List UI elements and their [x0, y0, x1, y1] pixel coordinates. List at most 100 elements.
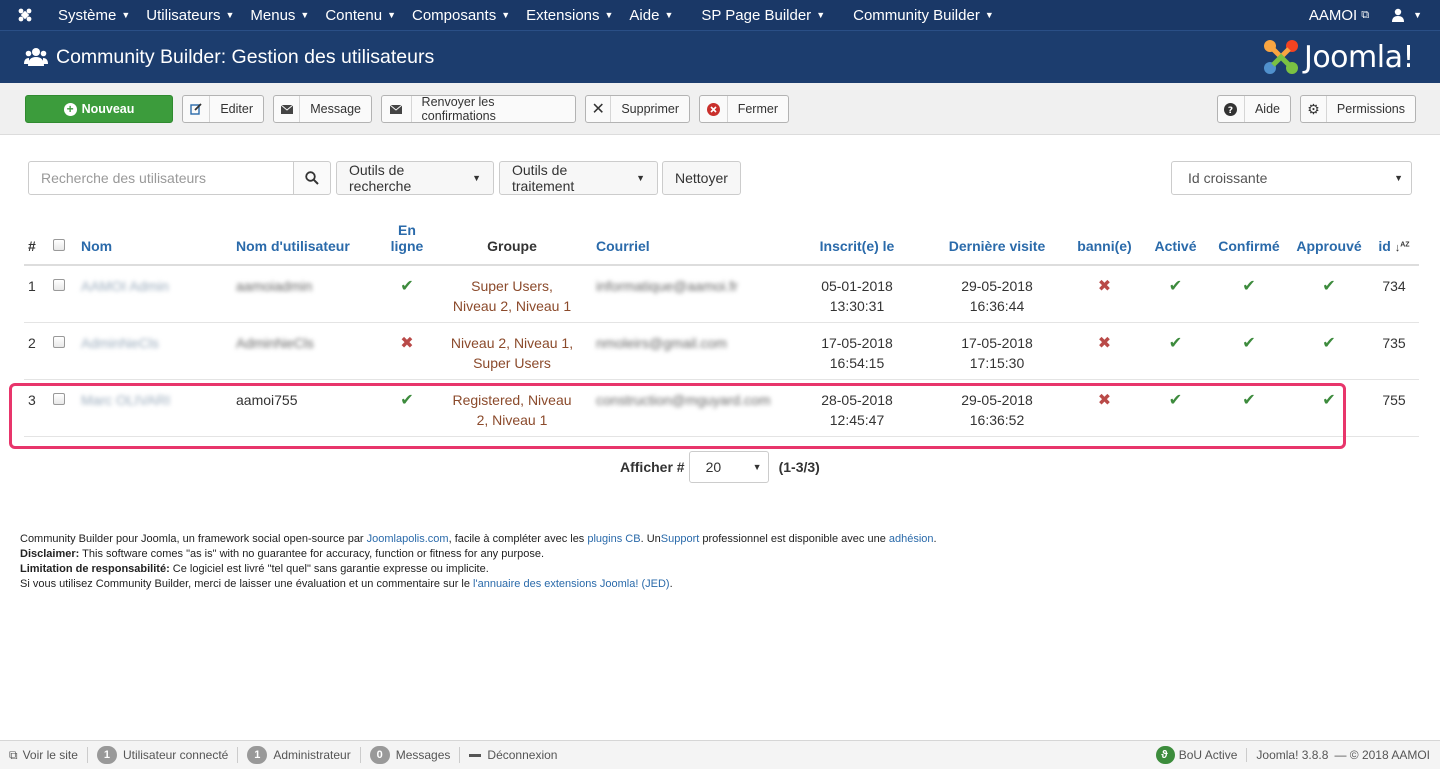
- row-registered: 28-05-2018 12:45:47: [787, 379, 927, 437]
- clear-button[interactable]: Nettoyer: [662, 161, 741, 195]
- row-id: 755: [1369, 379, 1419, 437]
- text: Si vous utilisez Community Builder, merc…: [20, 578, 474, 590]
- notes-line-3: Limitation de responsabilité: Ce logicie…: [20, 562, 937, 577]
- row-banned[interactable]: ✖: [1067, 379, 1142, 437]
- menu-sp-page-builder[interactable]: SP Page Builder ▼: [693, 0, 833, 30]
- membership-link[interactable]: adhésion: [889, 533, 934, 545]
- col-email[interactable]: Courriel: [592, 222, 787, 266]
- messages-link[interactable]: 0 Messages: [361, 746, 461, 764]
- logged-users-link[interactable]: 1 Utilisateur connecté: [88, 746, 239, 764]
- notes-line-1: Community Builder pour Joomla, un framew…: [20, 532, 937, 547]
- search-input[interactable]: Recherche des utilisateurs: [28, 161, 294, 195]
- search-button[interactable]: [293, 161, 331, 195]
- bou-label: BoU Active: [1179, 748, 1248, 762]
- row-name[interactable]: Marc OLIVARI: [77, 379, 232, 437]
- count-badge: 1: [247, 746, 268, 764]
- envelope-icon: [382, 96, 412, 122]
- plus-circle-icon: +: [63, 102, 77, 116]
- administrators-link[interactable]: 1 Administrateur: [238, 746, 361, 764]
- user-name-link[interactable]: AdminNeCls: [81, 335, 159, 351]
- row-name[interactable]: AAMOI Admin: [77, 265, 232, 323]
- delete-button[interactable]: ✕ Supprimer: [585, 95, 690, 123]
- joomla-menu-icon[interactable]: [0, 0, 50, 30]
- menu-composants[interactable]: Composants ▼: [404, 0, 518, 30]
- row-name[interactable]: AdminNeCls: [77, 322, 232, 380]
- col-last-visit[interactable]: Dernière visite: [927, 222, 1067, 266]
- col-confirmed[interactable]: Confirmé: [1209, 222, 1289, 266]
- caret-down-icon: ▼: [121, 10, 131, 20]
- col-username[interactable]: Nom d'utilisateur: [232, 222, 382, 266]
- row-active[interactable]: ✔: [1142, 322, 1209, 380]
- user-menu[interactable]: ▼: [1391, 8, 1422, 22]
- row-approved[interactable]: ✔: [1289, 379, 1369, 437]
- row-banned[interactable]: ✖: [1067, 265, 1142, 323]
- row-confirmed[interactable]: ✔: [1209, 379, 1289, 437]
- col-online[interactable]: En ligne: [382, 222, 432, 266]
- col-approved[interactable]: Approuvé: [1289, 222, 1369, 266]
- menu-extensions[interactable]: Extensions ▼: [518, 0, 621, 30]
- menu-aide[interactable]: Aide ▼: [621, 0, 681, 30]
- select-all-checkbox[interactable]: [53, 239, 65, 251]
- row-checkbox[interactable]: [53, 392, 65, 405]
- email: informatique@aamoi.fr: [596, 278, 738, 294]
- text: .: [933, 533, 937, 545]
- row-confirmed[interactable]: ✔: [1209, 322, 1289, 380]
- menu-community-builder[interactable]: Community Builder ▼: [845, 0, 1002, 30]
- row-group: Niveau 2, Niveau 1, Super Users: [432, 322, 592, 380]
- button-label: Outils de traitement: [512, 162, 575, 194]
- col-banned[interactable]: banni(e): [1067, 222, 1142, 266]
- row-active[interactable]: ✔: [1142, 379, 1209, 437]
- user-name-link[interactable]: AAMOI Admin: [81, 278, 169, 294]
- joomlapolis-link[interactable]: Joomlapolis.com: [367, 533, 449, 545]
- joomla-logo-icon: [1263, 40, 1298, 74]
- row-checkbox[interactable]: [53, 279, 65, 291]
- col-id[interactable]: id ↓AZ: [1369, 222, 1419, 266]
- logout-link[interactable]: Déconnexion: [460, 747, 566, 763]
- svg-text:?: ?: [1228, 106, 1233, 116]
- view-site-link[interactable]: ⧉ Voir le site: [0, 747, 88, 763]
- edit-button[interactable]: Editer: [182, 95, 264, 123]
- row-email: construction@mguyard.com: [592, 379, 787, 437]
- new-button[interactable]: + Nouveau: [25, 95, 173, 123]
- page-title: Community Builder: Gestion des utilisate…: [56, 45, 435, 68]
- batch-tools-button[interactable]: Outils de traitement ▼: [499, 161, 658, 195]
- help-button[interactable]: ? Aide: [1217, 95, 1291, 123]
- sort-select[interactable]: Id croissante ▼: [1171, 161, 1412, 195]
- caret-down-icon: ▼: [501, 10, 511, 20]
- row-checkbox[interactable]: [53, 335, 65, 348]
- menu-contenu[interactable]: Contenu ▼: [317, 0, 404, 30]
- row-approved[interactable]: ✔: [1289, 322, 1369, 380]
- close-button[interactable]: Fermer: [699, 95, 789, 123]
- resend-confirmations-button[interactable]: Renvoyer les confirmations: [381, 95, 576, 123]
- bou-badge[interactable]: ϑ: [1156, 746, 1175, 764]
- text: professionnel est disponible avec une: [699, 533, 889, 545]
- row-group: Super Users, Niveau 2, Niveau 1: [432, 265, 592, 323]
- row-confirmed[interactable]: ✔: [1209, 265, 1289, 323]
- status-label: Utilisateur connecté: [122, 748, 229, 762]
- table-header-row: # Nom Nom d'utilisateur En ligne Groupe C…: [24, 222, 1419, 266]
- col-active[interactable]: Activé: [1142, 222, 1209, 266]
- menu-menus[interactable]: Menus ▼: [242, 0, 317, 30]
- support-link[interactable]: Support: [661, 533, 700, 545]
- cb-plugins-link[interactable]: plugins CB: [587, 533, 640, 545]
- menu-systeme[interactable]: Système ▼: [50, 0, 138, 30]
- row-approved[interactable]: ✔: [1289, 265, 1369, 323]
- row-banned[interactable]: ✖: [1067, 322, 1142, 380]
- search-placeholder: Recherche des utilisateurs: [41, 170, 206, 186]
- row-active[interactable]: ✔: [1142, 265, 1209, 323]
- row-select: [49, 265, 77, 323]
- external-link-icon: ⧉: [9, 747, 18, 762]
- button-label: Fermer: [737, 102, 778, 116]
- limit-select[interactable]: 20 ▼: [688, 451, 769, 483]
- message-button[interactable]: Message: [273, 95, 372, 123]
- jed-link[interactable]: l'annuaire des extensions Joomla! (JED): [473, 578, 670, 590]
- permissions-button[interactable]: ⚙ Permissions: [1300, 95, 1416, 123]
- col-registered[interactable]: Inscrit(e) le: [787, 222, 927, 266]
- button-label: Permissions: [1336, 102, 1405, 116]
- menu-utilisateurs[interactable]: Utilisateurs ▼: [138, 0, 242, 30]
- site-link[interactable]: AAMOI ⧉: [1309, 7, 1369, 24]
- search-tools-button[interactable]: Outils de recherche ▼: [336, 161, 494, 195]
- table-row: 3 Marc OLIVARI aamoi755 ✔ Registered, Ni…: [24, 379, 1419, 437]
- user-name-link[interactable]: Marc OLIVARI: [81, 392, 170, 408]
- col-name[interactable]: Nom: [77, 222, 232, 266]
